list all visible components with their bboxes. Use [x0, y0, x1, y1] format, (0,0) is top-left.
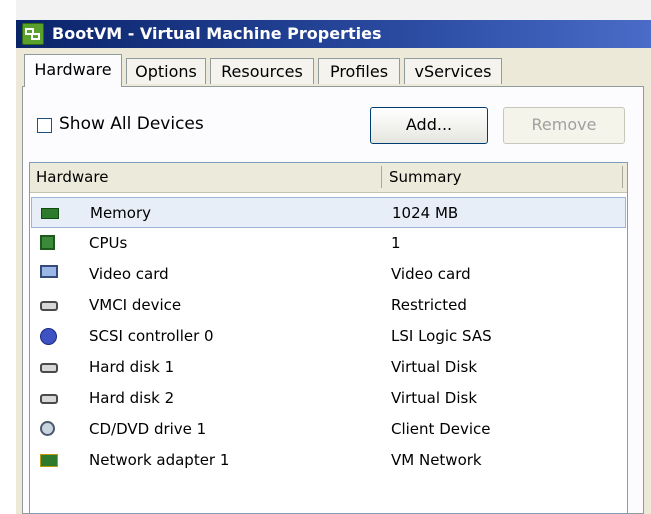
table-row[interactable]: SCSI controller 0 LSI Logic SAS	[31, 321, 626, 352]
tab-resources[interactable]: Resources	[210, 58, 314, 84]
remove-button[interactable]: Remove	[503, 107, 625, 144]
hardware-name: Memory	[90, 204, 152, 222]
tab-vservices[interactable]: vServices	[404, 58, 502, 84]
cpu-icon	[40, 235, 55, 250]
show-all-devices-checkbox[interactable]	[37, 118, 52, 133]
column-header-summary[interactable]: Summary	[383, 163, 623, 192]
hard-disk-icon	[40, 394, 58, 404]
window-title: BootVM - Virtual Machine Properties	[52, 24, 382, 43]
hardware-name: Hard disk 1	[89, 358, 175, 376]
table-row[interactable]: Memory 1024 MB	[31, 197, 626, 228]
table-row[interactable]: CD/DVD drive 1 Client Device	[31, 414, 626, 445]
hardware-name: CPUs	[89, 234, 128, 252]
hardware-summary: 1	[391, 234, 401, 252]
hardware-name: Hard disk 2	[89, 389, 175, 407]
tab-options[interactable]: Options	[126, 58, 206, 84]
memory-icon	[41, 208, 59, 219]
table-row[interactable]: CPUs 1	[31, 228, 626, 259]
hardware-summary: Virtual Disk	[391, 358, 478, 376]
hardware-name: Network adapter 1	[89, 451, 230, 469]
hardware-name: SCSI controller 0	[89, 327, 214, 345]
column-separator[interactable]	[622, 166, 623, 188]
hardware-summary: Virtual Disk	[391, 389, 478, 407]
table-row[interactable]: VMCI device Restricted	[31, 290, 626, 321]
title-bar[interactable]: BootVM - Virtual Machine Properties	[16, 20, 651, 48]
table-row[interactable]: Video card Video card	[31, 259, 626, 290]
tab-profiles[interactable]: Profiles	[318, 58, 400, 84]
window-top-strip	[16, 0, 651, 20]
tab-hardware[interactable]: Hardware	[24, 54, 122, 87]
hard-disk-icon	[40, 363, 58, 373]
hardware-summary: Restricted	[391, 296, 467, 314]
hardware-summary: Client Device	[391, 420, 491, 438]
hardware-list: Hardware Summary Memory 1024 MB CPUs 1 V…	[29, 162, 628, 514]
table-row[interactable]: Hard disk 2 Virtual Disk	[31, 383, 626, 414]
vm-app-icon	[22, 23, 44, 45]
left-edge-panel	[0, 0, 17, 514]
hardware-name: Video card	[89, 265, 169, 283]
network-adapter-icon	[40, 454, 58, 467]
hardware-name: CD/DVD drive 1	[89, 420, 207, 438]
hardware-name: VMCI device	[89, 296, 182, 314]
monitor-icon	[40, 265, 58, 278]
add-button[interactable]: Add...	[370, 107, 488, 144]
show-all-devices-label[interactable]: Show All Devices	[59, 114, 204, 134]
table-row[interactable]: Network adapter 1 VM Network	[31, 445, 626, 476]
hardware-summary: VM Network	[391, 451, 482, 469]
table-row[interactable]: Hard disk 1 Virtual Disk	[31, 352, 626, 383]
hardware-summary: 1024 MB	[392, 204, 459, 222]
list-header: Hardware Summary	[30, 163, 627, 193]
hardware-summary: LSI Logic SAS	[391, 327, 492, 345]
cd-drive-icon	[40, 421, 55, 436]
column-header-hardware[interactable]: Hardware	[30, 163, 380, 192]
tab-strip: Hardware Options Resources Profiles vSer…	[16, 54, 651, 90]
scsi-controller-icon	[40, 328, 57, 345]
column-separator[interactable]	[381, 166, 382, 188]
hardware-summary: Video card	[391, 265, 471, 283]
device-icon	[40, 301, 58, 311]
